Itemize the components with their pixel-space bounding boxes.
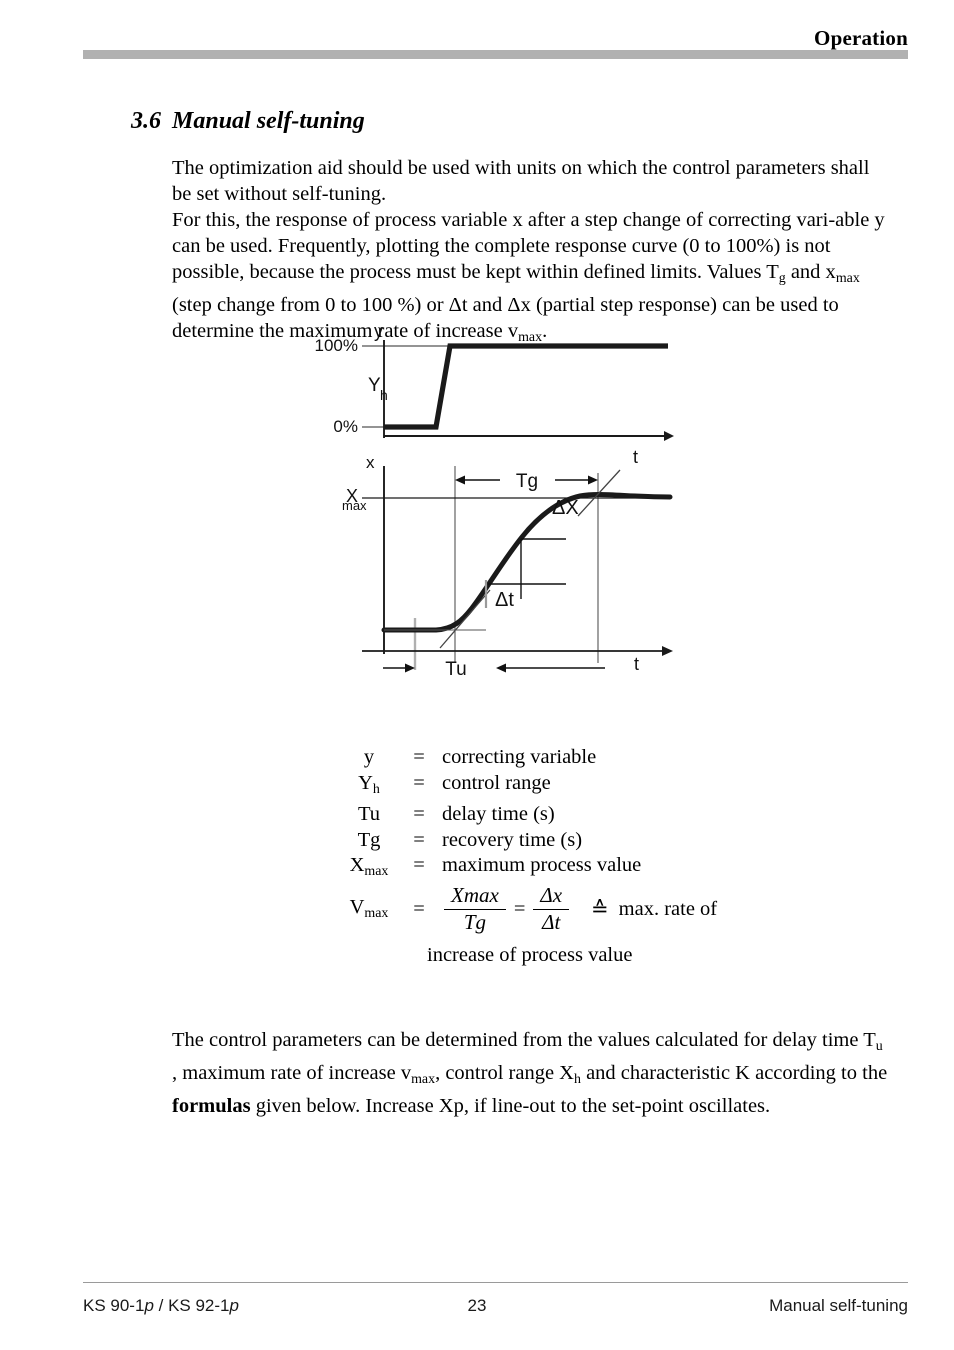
p3-sub-h: h [573,1071,581,1087]
legend-equals: = [413,771,425,794]
p3-run-2: , maximum rate of increase v [172,1061,412,1084]
legend-row: Yh = control range [338,771,641,802]
lower-panel-process-variable: Tg ΔX Δt Tu X max x t [342,453,673,680]
legend-equals: = [413,803,425,826]
lower-label-delta-x: ΔX [552,497,579,519]
formula-fraction-deltax-deltat: Δx Δt [533,883,570,935]
page-header: Operation [0,0,954,60]
lower-axis-label-x: x [366,453,375,472]
paragraph-intro: The optimization aid should be used with… [172,156,870,205]
legend-row: Xmax = maximum process value [338,853,642,884]
p3-run-5: given below. Increase Xp, if line-out to… [250,1094,771,1117]
diagram-svg: 100% 0% Y h y t Tg ΔX Δt Tu X max x t [315,321,674,680]
lower-label-xmax-sub: max [342,498,367,513]
header-rule [83,50,908,59]
upper-axis-label-t: t [633,447,638,467]
lower-t-axis-arrowhead [662,646,673,656]
page-footer: KS 90-1p / KS 92-1p 23 Manual self-tunin… [0,1270,954,1350]
legend-symbol-sub: h [372,781,380,797]
formula-fraction-xmax-tg: Xmax Tg [444,883,506,935]
footer-rule [83,1282,908,1284]
legend-equals: = [413,746,425,768]
formula-lhs-symbol: V [349,896,365,919]
lower-label-delta-t: Δt [495,589,514,611]
p3-run-1: The control parameters can be determined… [172,1028,876,1051]
upper-label-100-percent: 100% [315,336,358,355]
legend-symbol: Tg [338,828,400,854]
upper-panel-correcting-variable: 100% 0% Y h y t [315,321,674,467]
legend-description: correcting variable [442,746,597,768]
formula-corresponds-symbol: ≙ [591,896,609,921]
lower-dimension-tg: Tg [455,471,598,492]
legend-symbol-text: Y [358,771,373,794]
formula-lhs-sub: max [364,906,389,922]
section-title: Manual self-tuning [172,108,365,134]
legend-row: Tg = recovery time (s) [338,828,641,854]
p3-run-4: and characteristic K according to the [580,1061,888,1084]
lower-label-tg: Tg [516,471,538,492]
section-heading: 3.6 Manual self-tuning [131,108,365,135]
formula-tail-text: max. rate of [618,897,718,920]
formula-denominator-2: Δt [542,910,561,935]
legend-description: recovery time (s) [442,828,583,851]
legend-symbol-sub: max [364,864,389,880]
paragraph-control-parameters: The control parameters can be determined… [172,1027,890,1119]
upper-t-axis-arrowhead [664,431,674,441]
footer-section-name: Manual self-tuning [769,1296,908,1315]
lower-dimension-delta: ΔX Δt [484,497,579,611]
legend-equals: = [413,854,425,877]
legend-symbol-text: y [363,746,375,768]
lower-axis-label-t: t [634,654,639,674]
section-number: 3.6 [131,108,161,134]
step-response-diagram: 100% 0% Y h y t Tg ΔX Δt Tu X max x t [290,318,690,688]
formula-continuation-text: increase of process value [427,944,633,966]
p2-sub-max-1: max [835,270,860,286]
legend-symbol: Xmax [338,853,400,884]
lower-process-response-curve [381,491,673,633]
tg-arrow-left-head [455,475,465,485]
legend-symbol: Yh [338,771,400,802]
formula-numerator-2: Δx [540,883,563,907]
formula-denominator-1: Tg [463,910,486,935]
symbol-legend: y = correcting variable Yh = control ran… [338,745,642,885]
p3-sub-max: max [411,1071,436,1087]
legend-description: delay time (s) [442,803,555,826]
upper-label-control-range-sub: h [380,387,388,403]
p3-bold-formulas: formulas [172,1094,251,1117]
lower-tangent-line-lower [439,589,491,649]
lower-label-tu: Tu [445,659,466,680]
tu-arrow-right-head [496,663,506,673]
legend-symbol: y [338,745,400,771]
formula-equals-1: = [413,897,425,920]
tu-arrow-left-head [405,663,415,673]
header-title: Operation [814,26,908,50]
legend-equals: = [413,828,425,851]
formula-equals-2: = [513,897,526,920]
legend-symbol-text: Tg [357,828,381,851]
legend-symbol-text: Tu [357,803,381,826]
formula-numerator-1: Xmax [451,883,499,907]
p3-sub-u: u [875,1038,883,1054]
p2-sub-g: g [778,270,786,286]
legend-symbol-text: X [349,854,365,877]
p2-run-2: and x [785,260,836,283]
upper-step-curve [384,343,668,430]
tg-arrow-right-head [588,475,598,485]
legend-description: control range [442,771,551,794]
legend-row: Tu = delay time (s) [338,802,641,828]
upper-label-0-percent: 0% [333,417,358,436]
p3-run-3: , control range X [435,1061,574,1084]
upper-axis-label-y: y [374,321,383,341]
formula-lhs: Vmax [338,896,400,922]
legend-row: y = correcting variable [338,745,641,771]
vmax-formula: Vmax = Xmax Tg = Δx Δt ≙ max. rate of [338,883,718,935]
legend-symbol: Tu [338,802,400,828]
lower-dimension-tu: Tu [383,659,605,680]
legend-description: maximum process value [442,854,642,877]
